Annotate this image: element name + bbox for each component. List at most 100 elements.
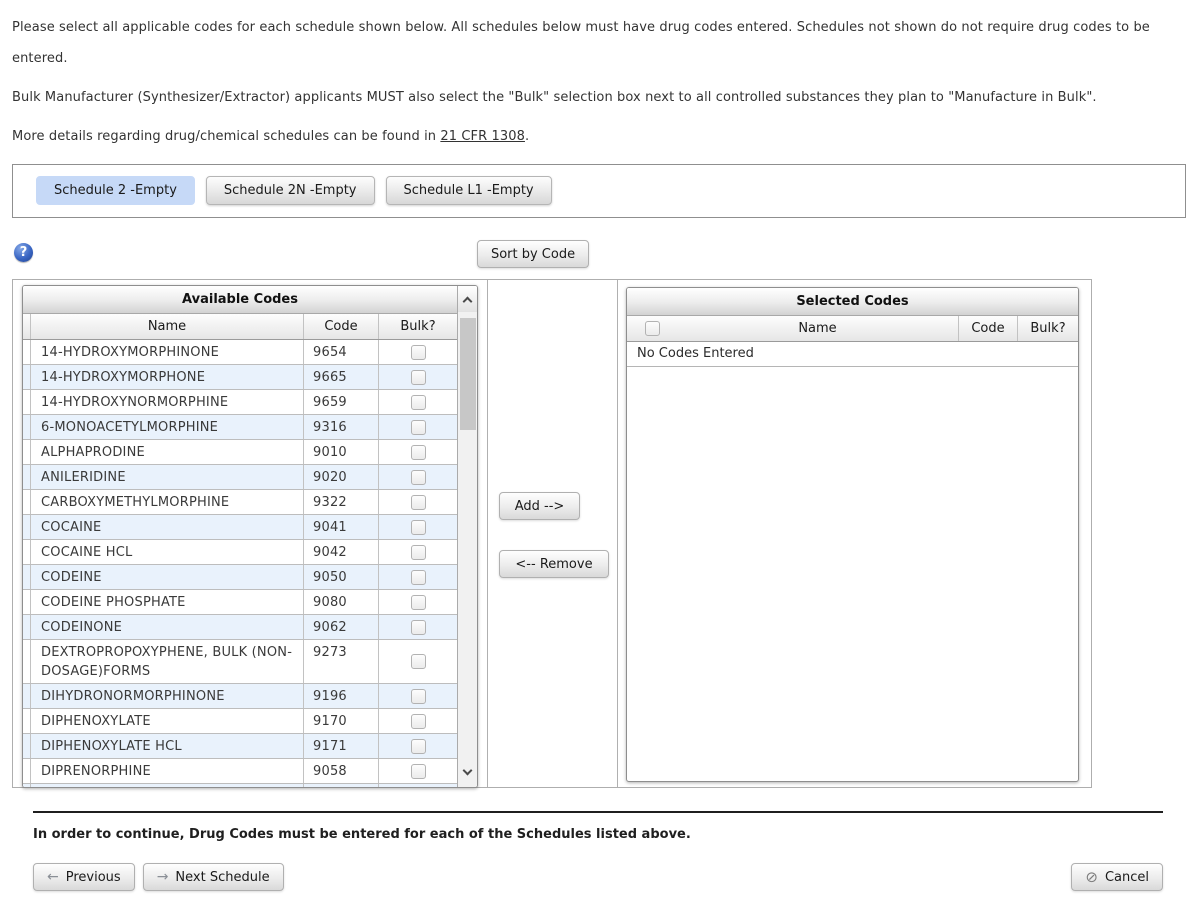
- drug-name: DEXTROPROPOXYPHENE, BULK (NON-DOSAGE)FOR…: [41, 645, 293, 679]
- available-code-row[interactable]: DIPRENORPHINE 9058: [23, 759, 457, 784]
- sort-by-code-button[interactable]: Sort by Code: [477, 240, 589, 268]
- spacer-column: [23, 365, 31, 389]
- chevron-down-icon: [462, 765, 473, 776]
- selected-codes-pane: Selected Codes Name Code Bulk? No Codes …: [618, 280, 1091, 787]
- bulk-checkbox[interactable]: [410, 344, 426, 360]
- drug-name: ALPHAPRODINE: [41, 445, 145, 460]
- partially-visible-row[interactable]: [23, 784, 457, 787]
- scroll-down-button[interactable]: [458, 759, 477, 785]
- bulk-checkbox[interactable]: [410, 519, 426, 535]
- add-button[interactable]: Add -->: [499, 492, 580, 520]
- drug-name: DIPRENORPHINE: [41, 764, 151, 779]
- bulk-checkbox[interactable]: [410, 444, 426, 460]
- schedule-tab-2[interactable]: Schedule 2N -Empty: [205, 176, 375, 205]
- bulk-checkbox[interactable]: [410, 654, 426, 669]
- spacer-column: [23, 784, 31, 787]
- schedule-tab-3[interactable]: Schedule L1 -Empty: [385, 176, 552, 205]
- spacer-column: [23, 684, 31, 708]
- no-codes-entered-message: No Codes Entered: [627, 342, 1078, 367]
- previous-button[interactable]: ← Previous: [33, 863, 135, 891]
- available-code-row[interactable]: COCAINE HCL 9042: [23, 540, 457, 565]
- scrollbar[interactable]: [457, 286, 477, 787]
- available-code-row[interactable]: DIPHENOXYLATE 9170: [23, 709, 457, 734]
- toolbar: ? Sort by Code: [12, 240, 1186, 268]
- bulk-checkbox[interactable]: [410, 619, 426, 635]
- available-code-row[interactable]: 14-HYDROXYMORPHONE 9665: [23, 365, 457, 390]
- bulk-checkbox[interactable]: [410, 569, 426, 585]
- available-code-row[interactable]: DEXTROPROPOXYPHENE, BULK (NON-DOSAGE)FOR…: [23, 640, 457, 684]
- available-code-row[interactable]: 14-HYDROXYMORPHINONE 9654: [23, 340, 457, 365]
- scrollbar-thumb[interactable]: [460, 318, 476, 430]
- instructions: Please select all applicable codes for e…: [12, 12, 1186, 152]
- available-codes-pane: Available Codes Name Code Bulk? 14-HYDRO…: [13, 280, 487, 788]
- drug-code: 9041: [303, 515, 378, 539]
- drug-code: 9273: [303, 640, 378, 683]
- bulk-checkbox[interactable]: [410, 763, 426, 779]
- drug-code: 9196: [303, 684, 378, 708]
- bulk-checkbox[interactable]: [410, 688, 426, 704]
- cancel-button[interactable]: ⊘ Cancel: [1071, 863, 1163, 891]
- bulk-checkbox[interactable]: [410, 369, 426, 385]
- drug-code: 9654: [303, 340, 378, 364]
- drug-name: COCAINE HCL: [41, 545, 133, 560]
- drug-code: 9665: [303, 365, 378, 389]
- drug-name: [31, 784, 303, 787]
- drug-code: [303, 784, 378, 787]
- drug-name: DIPHENOXYLATE HCL: [41, 739, 182, 754]
- intro-paragraph-2: Bulk Manufacturer (Synthesizer/Extractor…: [12, 90, 1097, 105]
- help-icon[interactable]: ?: [14, 243, 33, 262]
- available-code-row[interactable]: 14-HYDROXYNORMORPHINE 9659: [23, 390, 457, 415]
- remove-button[interactable]: <-- Remove: [499, 550, 609, 578]
- available-code-row[interactable]: CODEINE PHOSPHATE 9080: [23, 590, 457, 615]
- bulk-checkbox[interactable]: [410, 738, 426, 754]
- footer-divider: [33, 811, 1163, 813]
- drug-code: 9042: [303, 540, 378, 564]
- selected-codes-column-headers: Name Code Bulk?: [627, 316, 1078, 342]
- left-arrow-icon: ←: [47, 869, 59, 885]
- column-header-bulk: Bulk?: [1017, 316, 1078, 341]
- cancel-icon: ⊘: [1085, 867, 1098, 886]
- cfr-1308-link[interactable]: 21 CFR 1308: [440, 129, 525, 144]
- spacer-column: [23, 340, 31, 364]
- spacer-column: [23, 415, 31, 439]
- bulk-checkbox[interactable]: [410, 494, 426, 510]
- spacer-column: [23, 734, 31, 758]
- schedule-tab-1[interactable]: Schedule 2 -Empty: [36, 176, 195, 205]
- bulk-checkbox[interactable]: [410, 544, 426, 560]
- available-code-row[interactable]: ALPHAPRODINE 9010: [23, 440, 457, 465]
- available-code-row[interactable]: ANILERIDINE 9020: [23, 465, 457, 490]
- drug-code: 9020: [303, 465, 378, 489]
- drug-code: 9080: [303, 590, 378, 614]
- drug-code: 9659: [303, 390, 378, 414]
- available-code-row[interactable]: CARBOXYMETHYLMORPHINE 9322: [23, 490, 457, 515]
- select-all-checkbox[interactable]: [644, 321, 660, 336]
- scroll-up-button[interactable]: [458, 286, 477, 312]
- intro-paragraph-3: More details regarding drug/chemical sch…: [12, 121, 1186, 152]
- available-code-row[interactable]: 6-MONOACETYLMORPHINE 9316: [23, 415, 457, 440]
- drug-name: CODEINE PHOSPHATE: [41, 595, 186, 610]
- column-header-name: Name: [147, 319, 187, 334]
- bulk-checkbox[interactable]: [410, 394, 426, 410]
- available-code-row[interactable]: DIHYDRONORMORPHINONE 9196: [23, 684, 457, 709]
- drug-code: 9170: [303, 709, 378, 733]
- available-code-row[interactable]: DIPHENOXYLATE HCL 9171: [23, 734, 457, 759]
- available-codes-column-headers: Name Code Bulk?: [23, 314, 457, 340]
- bulk-checkbox[interactable]: [410, 469, 426, 485]
- previous-button-label: Previous: [65, 869, 121, 885]
- bulk-checkbox[interactable]: [410, 594, 426, 610]
- drug-name: DIPHENOXYLATE: [41, 714, 151, 729]
- selected-codes-title: Selected Codes: [627, 288, 1078, 316]
- intro-paragraph-3-period: .: [524, 129, 530, 144]
- available-code-row[interactable]: COCAINE 9041: [23, 515, 457, 540]
- spacer-column: [23, 515, 31, 539]
- spacer-column: [23, 440, 31, 464]
- spacer-column: [23, 615, 31, 639]
- bulk-checkbox[interactable]: [410, 713, 426, 729]
- next-schedule-button[interactable]: → Next Schedule: [142, 863, 284, 891]
- available-code-row[interactable]: CODEINONE 9062: [23, 615, 457, 640]
- available-code-row[interactable]: CODEINE 9050: [23, 565, 457, 590]
- column-header-name: Name: [798, 321, 837, 336]
- drug-name: 14-HYDROXYNORMORPHINE: [41, 395, 229, 410]
- bulk-checkbox[interactable]: [410, 419, 426, 435]
- available-codes-title: Available Codes: [23, 286, 457, 314]
